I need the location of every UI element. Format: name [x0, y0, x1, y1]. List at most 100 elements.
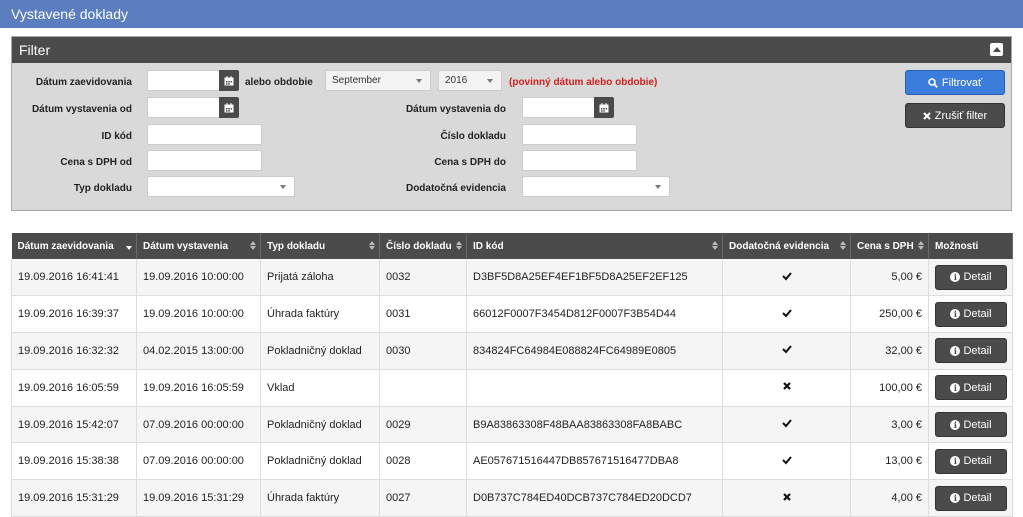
cell-actions: i Detail	[928, 406, 1013, 444]
chevron-down-icon	[487, 79, 493, 83]
doc-number-input[interactable]	[522, 124, 637, 145]
detail-button[interactable]: i Detail	[935, 375, 1007, 401]
required-note: (povinný dátum alebo obdobie)	[509, 77, 658, 88]
filter-panel-header[interactable]: Filter	[12, 37, 1011, 63]
check-icon	[781, 419, 792, 431]
cell-actions: i Detail	[928, 295, 1013, 334]
cell-price: 32,00 €	[850, 332, 929, 370]
cell-number: 0032	[379, 259, 467, 297]
info-icon: i	[950, 309, 961, 320]
sort-icon	[369, 241, 375, 250]
cell-additional	[722, 406, 851, 444]
column-header[interactable]: Dátum zaevidovania	[11, 233, 137, 259]
collapse-icon[interactable]	[990, 43, 1003, 56]
column-header[interactable]: Typ dokladu	[260, 233, 380, 259]
column-header[interactable]: Dátum vystavenia	[136, 233, 261, 259]
table-row: 19.09.2016 16:32:32 04.02.2015 13:00:00 Po…	[11, 332, 1013, 370]
cross-icon	[782, 492, 792, 505]
documents-table: Dátum zaevidovania Dátum vystavenia Typ do…	[11, 233, 1013, 517]
cell-id: D0B737C784ED40DCB737C784ED20DCD7	[466, 479, 723, 517]
sort-icon	[712, 241, 718, 250]
price-from-label: Cena s DPH od	[60, 157, 132, 168]
cell-actions: i Detail	[928, 442, 1013, 481]
price-from-input[interactable]	[147, 150, 262, 171]
cell-additional	[722, 479, 851, 517]
additional-label: Dodatočná evidencia	[405, 183, 506, 194]
column-header[interactable]: Dodatočná evidencia	[722, 233, 851, 259]
info-icon: i	[950, 272, 961, 283]
or-period-label: alebo obdobie	[245, 77, 313, 88]
sort-icon	[250, 241, 256, 250]
cell-price: 5,00 €	[850, 259, 929, 297]
filter-button[interactable]: Filtrovať	[905, 70, 1005, 95]
price-to-label: Cena s DPH do	[434, 157, 506, 168]
detail-button[interactable]: i Detail	[935, 448, 1007, 474]
cell-issued: 19.09.2016 10:00:00	[136, 259, 261, 297]
cross-icon	[782, 382, 792, 394]
calendar-icon[interactable]	[594, 97, 614, 118]
cell-number: 0030	[379, 332, 467, 370]
doc-type-select[interactable]	[147, 176, 295, 197]
cell-recorded: 19.09.2016 16:41:41	[11, 259, 137, 297]
issue-to-label: Dátum vystavenia do	[405, 104, 506, 115]
cell-issued: 19.09.2016 15:31:29	[136, 479, 261, 517]
cell-actions: i Detail	[928, 369, 1013, 407]
calendar-icon[interactable]	[219, 97, 239, 118]
cell-price: 250,00 €	[850, 295, 929, 334]
cell-type: Prijatá záloha	[260, 259, 380, 297]
cell-type: Pokladničný doklad	[260, 332, 380, 370]
filter-title: Filter	[19, 42, 51, 58]
chevron-down-icon	[280, 185, 286, 189]
info-icon: i	[950, 493, 961, 504]
search-icon	[928, 77, 938, 88]
column-header[interactable]: Cena s DPH	[850, 233, 929, 259]
cell-additional	[722, 442, 851, 481]
info-icon: i	[950, 345, 961, 356]
cell-actions: i Detail	[928, 259, 1013, 297]
cell-issued: 07.09.2016 00:00:00	[136, 442, 261, 481]
page-header: Vystavené doklady	[0, 0, 1023, 28]
cell-id	[466, 369, 723, 407]
doc-type-label: Typ dokladu	[73, 183, 132, 194]
cell-number	[379, 369, 467, 407]
month-select[interactable]: September	[325, 70, 431, 91]
price-to-input[interactable]	[522, 150, 637, 171]
issue-to-input[interactable]	[522, 97, 596, 118]
detail-button[interactable]: i Detail	[935, 264, 1007, 290]
detail-button[interactable]: i Detail	[935, 485, 1007, 511]
sort-icon	[456, 241, 462, 250]
check-icon	[781, 272, 792, 284]
cell-id: AE057671516447DB857671516477DBA8	[466, 442, 723, 481]
chevron-down-icon	[655, 185, 661, 189]
cell-recorded: 19.09.2016 16:32:32	[11, 332, 137, 370]
cell-price: 4,00 €	[850, 479, 929, 517]
column-header[interactable]: ID kód	[466, 233, 723, 259]
cell-price: 100,00 €	[850, 369, 929, 407]
cell-id: 834824FC64984E088824FC64989E0805	[466, 332, 723, 370]
cell-id: 66012F0007F3454D812F0007F3B54D44	[466, 295, 723, 334]
detail-button[interactable]: i Detail	[935, 338, 1007, 364]
table-row: 19.09.2016 16:05:59 19.09.2016 16:05:59 Vk…	[11, 369, 1013, 407]
detail-button[interactable]: i Detail	[935, 301, 1007, 327]
id-code-label: ID kód	[101, 131, 132, 142]
table-row: 19.09.2016 15:42:07 07.09.2016 00:00:00 Po…	[11, 406, 1013, 444]
info-icon: i	[950, 456, 961, 467]
date-recorded-input[interactable]	[147, 70, 221, 91]
additional-select[interactable]	[522, 176, 670, 197]
cell-recorded: 19.09.2016 16:05:59	[11, 369, 137, 407]
issue-from-input[interactable]	[147, 97, 221, 118]
id-code-input[interactable]	[147, 124, 262, 145]
cell-number: 0029	[379, 406, 467, 444]
cell-type: Pokladničný doklad	[260, 442, 380, 481]
cell-additional	[722, 259, 851, 297]
column-header[interactable]: Číslo dokladu	[379, 233, 467, 259]
check-icon	[781, 309, 792, 321]
cancel-filter-button[interactable]: Zrušiť filter	[905, 103, 1005, 128]
year-select[interactable]: 2016	[438, 70, 502, 91]
cell-type: Úhrada faktúry	[260, 479, 380, 517]
page-title: Vystavené doklady	[11, 6, 128, 22]
cell-type: Pokladničný doklad	[260, 406, 380, 444]
calendar-icon[interactable]	[219, 70, 239, 91]
detail-button[interactable]: i Detail	[935, 412, 1007, 438]
chevron-down-icon	[416, 79, 422, 83]
